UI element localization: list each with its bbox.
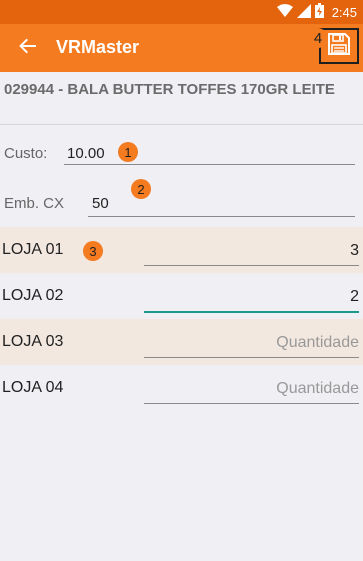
store-label: LOJA 03 — [2, 333, 64, 350]
store-label: LOJA 02 — [2, 287, 64, 304]
save-button[interactable]: 4 — [309, 28, 359, 64]
emb-label: Emb. CX — [4, 195, 65, 212]
save-annotation-badge: 4 — [309, 28, 327, 48]
status-bar: 2:45 — [0, 0, 363, 24]
store-label: LOJA 01 — [2, 241, 64, 258]
battery-icon — [314, 3, 324, 21]
quantity-input[interactable] — [144, 283, 359, 313]
app-title: VRMaster — [56, 37, 140, 57]
app-bar: VRMaster 4 — [0, 24, 363, 72]
custo-annotation-badge: 1 — [118, 142, 138, 162]
emb-underline — [88, 216, 355, 217]
status-time: 2:45 — [331, 4, 357, 20]
custo-value[interactable]: 10.00 — [67, 145, 105, 162]
signal-icon — [296, 3, 311, 21]
emb-value[interactable]: 50 — [92, 195, 109, 212]
store-row-loja-01: LOJA 01 3 — [0, 227, 363, 273]
quantity-input[interactable] — [144, 375, 359, 404]
quantity-input[interactable] — [144, 237, 359, 266]
floppy-disk-icon — [328, 32, 350, 60]
product-header: 029944 - BALA BUTTER TOFFES 170GR LEITE — [0, 72, 363, 125]
custo-field-row: Custo: 10.00 1 — [0, 128, 363, 178]
arrow-left-icon — [19, 37, 37, 60]
status-icons: 2:45 — [276, 3, 357, 21]
store-label: LOJA 04 — [2, 379, 64, 396]
product-name: 029944 - BALA BUTTER TOFFES 170GR LEITE — [4, 81, 335, 98]
custo-label: Custo: — [4, 145, 48, 162]
back-button[interactable] — [8, 28, 48, 68]
custo-underline — [64, 164, 355, 165]
store-row-loja-02: LOJA 02 — [0, 273, 363, 319]
wifi-icon — [276, 3, 293, 21]
store-row-loja-03: LOJA 03 — [0, 319, 363, 365]
emb-field-row: Emb. CX 50 2 — [0, 176, 363, 226]
store-row-loja-04: LOJA 04 — [0, 365, 363, 411]
store-annotation-badge: 3 — [83, 241, 103, 261]
emb-annotation-badge: 2 — [131, 179, 151, 199]
quantity-input[interactable] — [144, 329, 359, 358]
